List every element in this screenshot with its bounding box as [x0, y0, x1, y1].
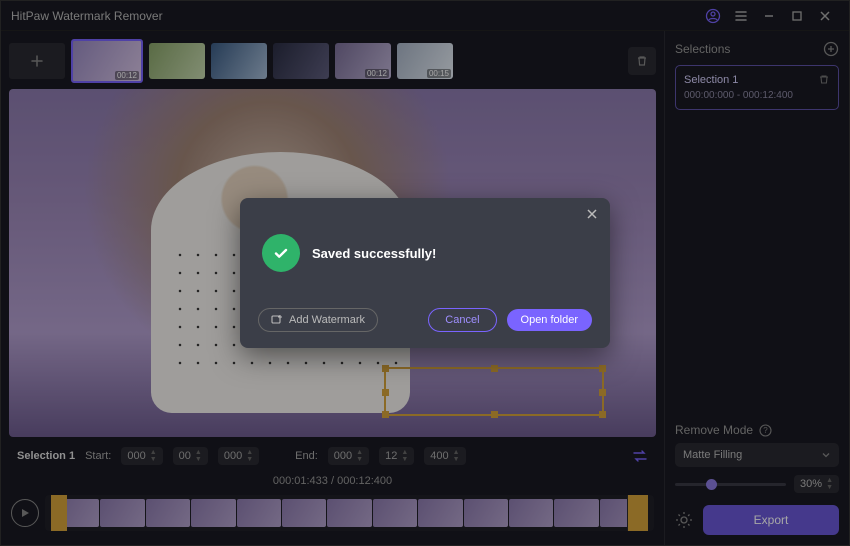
- dialog-message: Saved successfully!: [312, 246, 436, 261]
- image-plus-icon: [271, 314, 283, 326]
- add-watermark-button[interactable]: Add Watermark: [258, 308, 378, 332]
- dialog-close-button[interactable]: [586, 208, 598, 220]
- add-watermark-label: Add Watermark: [289, 314, 365, 326]
- cancel-button[interactable]: Cancel: [428, 308, 496, 332]
- open-folder-button[interactable]: Open folder: [507, 309, 592, 331]
- saved-dialog: Saved successfully! Add Watermark Cancel…: [240, 198, 610, 348]
- success-check-icon: [262, 234, 300, 272]
- modal-overlay: Saved successfully! Add Watermark Cancel…: [0, 0, 850, 546]
